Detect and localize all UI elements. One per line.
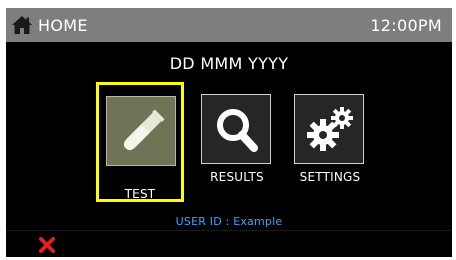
device-frame: HOME 12:00PM DD MMM YYYY TEST RESULTS SE… xyxy=(0,0,456,260)
settings-button[interactable] xyxy=(294,94,364,164)
close-icon[interactable] xyxy=(39,237,55,253)
home-icon[interactable] xyxy=(11,15,33,35)
date-display: DD MMM YYYY xyxy=(169,54,289,73)
test-menu-item[interactable]: TEST xyxy=(96,82,184,202)
test-label: TEST xyxy=(124,187,156,201)
footer-bar xyxy=(6,230,452,257)
status-bar: HOME 12:00PM xyxy=(6,8,452,42)
user-id-label: USER ID : Example xyxy=(175,215,283,228)
test-button[interactable] xyxy=(106,96,176,166)
search-icon xyxy=(217,109,258,152)
results-button[interactable] xyxy=(201,94,271,164)
clock: 12:00PM xyxy=(370,16,442,35)
screen: HOME 12:00PM DD MMM YYYY TEST RESULTS SE… xyxy=(6,8,452,257)
gears-icon xyxy=(307,107,353,151)
test-tube-icon xyxy=(123,109,165,151)
results-menu-item[interactable]: RESULTS xyxy=(201,94,273,184)
results-label: RESULTS xyxy=(210,170,264,184)
settings-label: SETTINGS xyxy=(299,170,361,184)
settings-menu-item[interactable]: SETTINGS xyxy=(294,94,366,184)
home-label[interactable]: HOME xyxy=(38,16,88,35)
